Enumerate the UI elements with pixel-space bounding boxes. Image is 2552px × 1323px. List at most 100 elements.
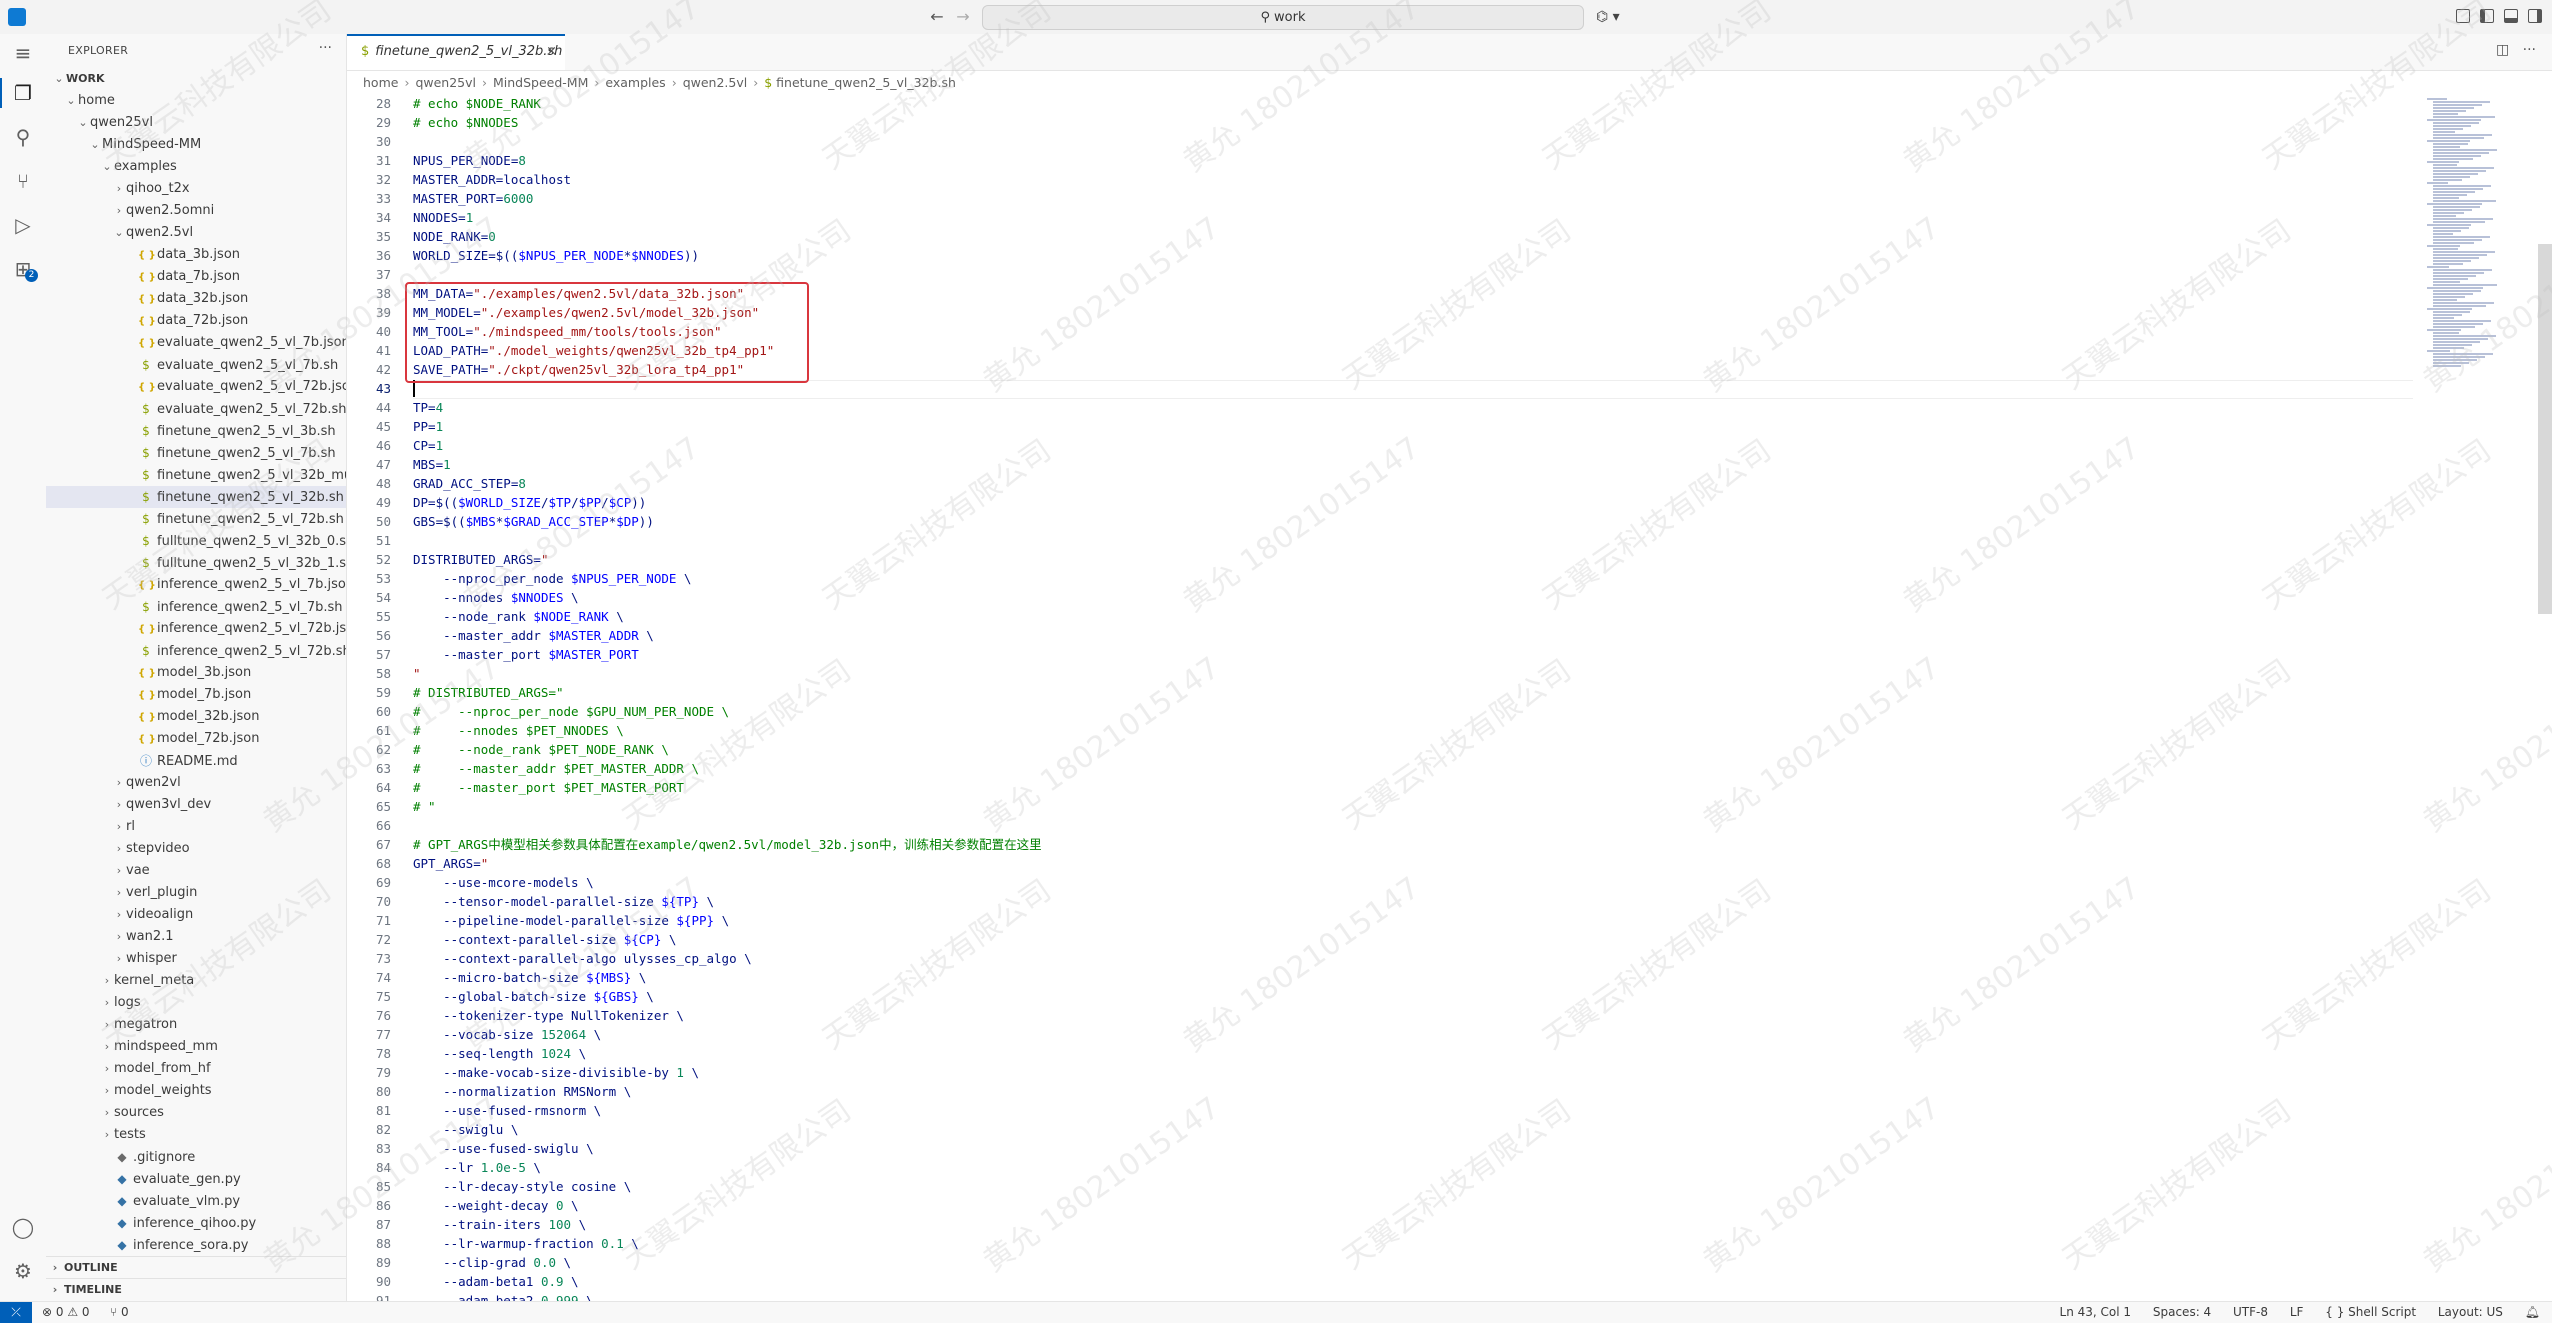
code-line[interactable]: 45 PP=1 (347, 417, 443, 436)
tree-file[interactable]: ⓘ README.md (46, 750, 346, 772)
code-editor[interactable]: 28 # echo $NODE_RANK 29 # echo $NNODES 30 31 N… (347, 94, 2427, 1301)
code-line[interactable]: 50 GBS=$(($MBS*$GRAD_ACC_STEP*$DP)) (347, 512, 654, 531)
tree-file[interactable]: { }data_3b.json (46, 244, 346, 266)
outline-section[interactable]: › OUTLINE (46, 1256, 346, 1279)
code-line[interactable]: 60 # --nproc_per_node $GPU_NUM_PER_NODE \ (347, 702, 729, 721)
breadcrumb-item[interactable]: finetune_qwen2_5_vl_32b.sh (776, 75, 956, 90)
code-line[interactable]: 84 --lr 1.0e-5 \ (347, 1158, 541, 1177)
code-line[interactable]: 56 --master_addr $MASTER_ADDR \ (347, 626, 654, 645)
tree-file[interactable]: { }model_32b.json (46, 706, 346, 728)
toggle-primary-sidebar-icon[interactable] (2480, 9, 2494, 23)
code-line[interactable]: 31 NPUS_PER_NODE=8 (347, 151, 526, 170)
extensions-icon[interactable]: ⊞ 2 (8, 254, 38, 284)
code-line[interactable]: 28 # echo $NODE_RANK (347, 94, 541, 113)
tree-folder[interactable]: › stepvideo (46, 838, 346, 860)
code-line[interactable]: 80 --normalization RMSNorm \ (347, 1082, 631, 1101)
tree-folder[interactable]: › sources (46, 1102, 346, 1124)
code-line[interactable]: 72 --context-parallel-size ${CP} \ (347, 930, 676, 949)
code-line[interactable]: 71 --pipeline-model-parallel-size ${PP} … (347, 911, 729, 930)
code-line[interactable]: 53 --nproc_per_node $NPUS_PER_NODE \ (347, 569, 692, 588)
breadcrumb-item[interactable]: home (363, 75, 398, 90)
run-debug-icon[interactable]: ▷ (8, 210, 38, 240)
split-editor-icon[interactable]: ◫ (2496, 42, 2509, 58)
code-line[interactable]: 52 DISTRIBUTED_ARGS=" (347, 550, 549, 569)
code-line[interactable]: 65 # " (347, 797, 436, 816)
tree-file[interactable]: ◆ .gitignore (46, 1146, 346, 1168)
code-line[interactable]: 54 --nnodes $NNODES \ (347, 588, 579, 607)
tree-folder[interactable]: › verl_plugin (46, 882, 346, 904)
tree-folder[interactable]: › model_weights (46, 1080, 346, 1102)
tree-file[interactable]: { }evaluate_qwen2_5_vl_72b.json (46, 376, 346, 398)
code-line[interactable]: 77 --vocab-size 152064 \ (347, 1025, 601, 1044)
search-icon[interactable]: ⚲ (8, 122, 38, 152)
tree-folder[interactable]: › logs (46, 992, 346, 1014)
code-line[interactable]: 76 --tokenizer-type NullTokenizer \ (347, 1006, 684, 1025)
remote-indicator[interactable]: ⤫ (0, 1302, 32, 1323)
tree-file[interactable]: { }evaluate_qwen2_5_vl_7b.json (46, 332, 346, 354)
tree-file[interactable]: { }inference_qwen2_5_vl_72b.json (46, 618, 346, 640)
arrow-left-icon[interactable]: ← (926, 6, 948, 28)
code-line[interactable]: 75 --global-batch-size ${GBS} \ (347, 987, 654, 1006)
language-mode[interactable]: { } Shell Script (2325, 1305, 2416, 1319)
tree-folder[interactable]: ⌄ home (46, 90, 346, 112)
menu-icon[interactable]: ≡ (8, 38, 38, 68)
code-line[interactable]: 43 (347, 379, 413, 398)
tab-finetune-qwen2-5-vl-32b[interactable]: $ finetune_qwen2_5_vl_32b.sh × (347, 34, 565, 70)
tree-folder[interactable]: ⌄ qwen25vl (46, 112, 346, 134)
account-icon[interactable]: ◯ (8, 1212, 38, 1242)
tree-file[interactable]: $ evaluate_qwen2_5_vl_72b.sh (46, 398, 346, 420)
code-line[interactable]: 51 (347, 531, 413, 550)
code-line[interactable]: 49 DP=$(($WORLD_SIZE/$TP/$PP/$CP)) (347, 493, 646, 512)
tree-folder[interactable]: › model_from_hf (46, 1058, 346, 1080)
tree-folder[interactable]: ⌄ WORK (46, 68, 346, 90)
code-line[interactable]: 90 --adam-beta1 0.9 \ (347, 1272, 579, 1291)
cursor-position[interactable]: Ln 43, Col 1 (2060, 1305, 2132, 1319)
command-center-search[interactable]: ⚲ work (982, 5, 1584, 30)
tree-file[interactable]: { }data_7b.json (46, 266, 346, 288)
code-line[interactable]: 64 # --master_port $PET_MASTER_PORT (347, 778, 684, 797)
code-line[interactable]: 34 NNODES=1 (347, 208, 473, 227)
ports-indicator[interactable]: ⑂ 0 (110, 1302, 129, 1322)
tree-file[interactable]: { }model_72b.json (46, 728, 346, 750)
code-line[interactable]: 55 --node_rank $NODE_RANK \ (347, 607, 624, 626)
tree-folder[interactable]: › tests (46, 1124, 346, 1146)
tree-folder[interactable]: › mindspeed_mm (46, 1036, 346, 1058)
tree-file[interactable]: { }model_7b.json (46, 684, 346, 706)
tree-file[interactable]: ◆ inference_sora.py (46, 1234, 346, 1256)
end-of-line[interactable]: LF (2290, 1305, 2304, 1319)
encoding[interactable]: UTF-8 (2233, 1305, 2268, 1319)
code-line[interactable]: 44 TP=4 (347, 398, 443, 417)
tree-folder[interactable]: ⌄ qwen2.5vl (46, 222, 346, 244)
source-control-icon[interactable]: ⑂ (8, 166, 38, 196)
tree-folder[interactable]: › megatron (46, 1014, 346, 1036)
toggle-panel-layout-icon[interactable] (2456, 9, 2470, 23)
timeline-section[interactable]: › TIMELINE (46, 1278, 346, 1301)
code-line[interactable]: 68 GPT_ARGS=" (347, 854, 488, 873)
gear-icon[interactable]: ⚙ (8, 1256, 38, 1286)
tree-file[interactable]: $ inference_qwen2_5_vl_72b.sh (46, 640, 346, 662)
code-line[interactable]: 81 --use-fused-rmsnorm \ (347, 1101, 601, 1120)
tree-file[interactable]: { }inference_qwen2_5_vl_7b.json (46, 574, 346, 596)
code-line[interactable]: 88 --lr-warmup-fraction 0.1 \ (347, 1234, 639, 1253)
breadcrumb-item[interactable]: qwen25vl (415, 75, 476, 90)
tree-folder[interactable]: ⌄ examples (46, 156, 346, 178)
code-line[interactable]: 66 (347, 816, 413, 835)
toggle-panel-icon[interactable] (2504, 9, 2518, 23)
code-line[interactable]: 91 --adam-beta2 0.999 \ (347, 1291, 594, 1301)
breadcrumb-item[interactable]: qwen2.5vl (683, 75, 748, 90)
code-line[interactable]: 30 (347, 132, 413, 151)
code-line[interactable]: 62 # --node_rank $PET_NODE_RANK \ (347, 740, 669, 759)
code-line[interactable]: 36 WORLD_SIZE=$(($NPUS_PER_NODE*$NNODES)) (347, 246, 699, 265)
code-line[interactable]: 73 --context-parallel-algo ulysses_cp_al… (347, 949, 752, 968)
close-icon[interactable]: × (546, 36, 557, 68)
problems-indicator[interactable]: ⊗ 0 ⚠ 0 (42, 1302, 90, 1322)
more-actions-icon[interactable]: ··· (2523, 42, 2536, 58)
code-line[interactable]: 89 --clip-grad 0.0 \ (347, 1253, 571, 1272)
tree-file[interactable]: { }data_32b.json (46, 288, 346, 310)
breadcrumb-item[interactable]: examples (605, 75, 665, 90)
code-line[interactable]: 61 # --nnodes $PET_NNODES \ (347, 721, 624, 740)
code-line[interactable]: 78 --seq-length 1024 \ (347, 1044, 586, 1063)
tree-folder[interactable]: › qihoo_t2x (46, 178, 346, 200)
code-line[interactable]: 37 (347, 265, 413, 284)
tree-folder[interactable]: › qwen2vl (46, 772, 346, 794)
